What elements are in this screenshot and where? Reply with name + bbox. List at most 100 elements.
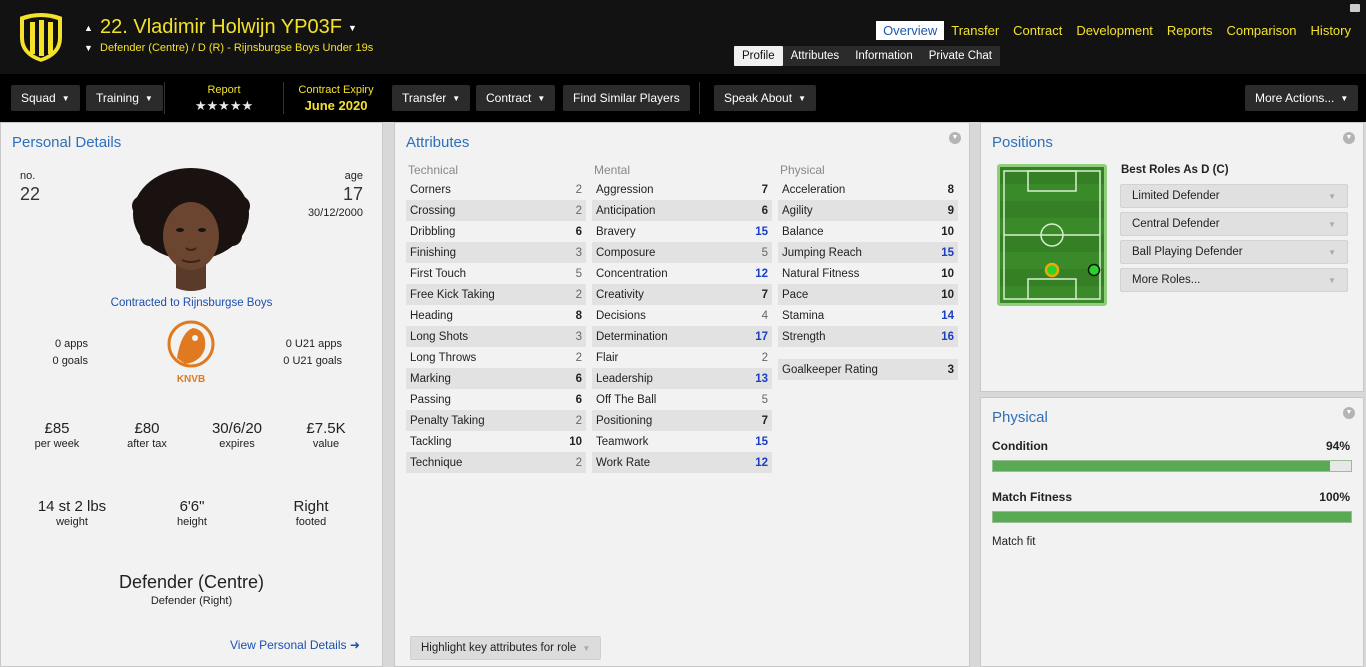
player-subtitle: Defender (Centre) / D (R) - Rijnsburgse …	[100, 42, 374, 54]
attribute-row[interactable]: Flair 2	[592, 347, 772, 368]
attribute-row[interactable]: Penalty Taking 2	[406, 410, 586, 431]
contracted-to-link[interactable]: Contracted to Rijnsburgse Boys	[0, 297, 383, 309]
attribute-value: 2	[575, 456, 582, 469]
training-button[interactable]: Training ▼	[86, 85, 163, 111]
chevron-down-icon: ▼	[61, 93, 70, 103]
attribute-row[interactable]: Off The Ball 5	[592, 389, 772, 410]
attribute-row[interactable]: Crossing 2	[406, 200, 586, 221]
attribute-row[interactable]: Agility 9	[778, 200, 958, 221]
attribute-name: Passing	[410, 393, 451, 406]
attribute-row[interactable]: Creativity 7	[592, 284, 772, 305]
tab-history[interactable]: History	[1304, 21, 1358, 40]
subtab-attributes[interactable]: Attributes	[783, 46, 848, 66]
attribute-row[interactable]: Heading 8	[406, 305, 586, 326]
attribute-value: 2	[575, 183, 582, 196]
tab-reports[interactable]: Reports	[1160, 21, 1220, 40]
attribute-name: Penalty Taking	[410, 414, 485, 427]
window-mode-icon[interactable]	[1350, 4, 1360, 12]
attribute-row[interactable]: Aggression 7	[592, 179, 772, 200]
role-ball-playing-defender[interactable]: Ball Playing Defender ▼	[1120, 240, 1348, 264]
height-value: 6'6"	[179, 498, 205, 515]
attribute-row[interactable]: Pace 10	[778, 284, 958, 305]
attribute-row[interactable]: Acceleration 8	[778, 179, 958, 200]
attribute-row[interactable]: Leadership 13	[592, 368, 772, 389]
attribute-row[interactable]: Tackling 10	[406, 431, 586, 452]
attribute-name: Creativity	[596, 288, 644, 301]
attribute-row[interactable]: Strength 16	[778, 326, 958, 347]
attribute-row[interactable]: Natural Fitness 10	[778, 263, 958, 284]
subtab-information[interactable]: Information	[847, 46, 921, 66]
after-tax-label: after tax	[127, 438, 167, 450]
attribute-value: 12	[755, 456, 768, 469]
attribute-name: Corners	[410, 183, 451, 196]
tab-overview[interactable]: Overview	[876, 21, 945, 40]
role-limited-defender[interactable]: Limited Defender ▼	[1120, 184, 1348, 208]
age-label: age	[344, 170, 363, 182]
attribute-row[interactable]: Free Kick Taking 2	[406, 284, 586, 305]
tab-transfer[interactable]: Transfer	[944, 21, 1006, 40]
attribute-name: Determination	[596, 330, 668, 343]
attribute-row[interactable]: Composure 5	[592, 242, 772, 263]
attribute-row[interactable]: Finishing 3	[406, 242, 586, 263]
player-menu-chevron-icon[interactable]: ▼	[348, 23, 358, 33]
attribute-name: Strength	[782, 330, 826, 343]
more-roles-button[interactable]: More Roles... ▼	[1120, 268, 1348, 292]
attribute-value: 2	[761, 351, 768, 364]
contract-button[interactable]: Contract ▼	[476, 85, 556, 111]
scout-report[interactable]: Report ★★★★★	[172, 84, 276, 114]
attribute-row[interactable]: Anticipation 6	[592, 200, 772, 221]
attribute-row[interactable]: First Touch 5	[406, 263, 586, 284]
attribute-row[interactable]: Dribbling 6	[406, 221, 586, 242]
tab-contract[interactable]: Contract	[1006, 21, 1069, 40]
chevron-down-icon: ▼	[798, 93, 806, 103]
subtab-private-chat[interactable]: Private Chat	[921, 46, 1000, 66]
highlight-key-attributes-button[interactable]: Highlight key attributes for role ▼	[410, 636, 602, 660]
transfer-label: Transfer	[402, 91, 447, 105]
attribute-row[interactable]: Jumping Reach 15	[778, 242, 958, 263]
chevron-down-icon: ▼	[582, 643, 591, 653]
nation-badge[interactable]: KNVB	[163, 318, 219, 390]
subtab-profile[interactable]: Profile	[734, 46, 783, 66]
attribute-row[interactable]: Corners 2	[406, 179, 586, 200]
squad-button[interactable]: Squad ▼	[11, 85, 80, 111]
attribute-name: Finishing	[410, 246, 457, 259]
attribute-row[interactable]: Work Rate 12	[592, 452, 772, 473]
attribute-name: Tackling	[410, 435, 452, 448]
next-player-arrow-icon[interactable]: ▼	[84, 43, 94, 53]
attribute-row[interactable]: Long Throws 2	[406, 347, 586, 368]
attribute-value: 12	[755, 267, 768, 280]
attribute-value: 8	[575, 309, 582, 322]
tab-comparison[interactable]: Comparison	[1219, 21, 1303, 40]
view-personal-details-link[interactable]: View Personal Details ➜	[230, 638, 360, 652]
role-central-defender[interactable]: Central Defender ▼	[1120, 212, 1348, 236]
attribute-value: 10	[941, 288, 954, 301]
attribute-name: Anticipation	[596, 204, 656, 217]
collapse-icon[interactable]: ▼	[949, 132, 961, 144]
attribute-value: 5	[575, 267, 582, 280]
find-similar-players-button[interactable]: Find Similar Players	[563, 85, 690, 111]
attribute-row[interactable]: Stamina 14	[778, 305, 958, 326]
chevron-down-icon: ▼	[1328, 247, 1336, 257]
previous-player-arrow-icon[interactable]: ▲	[84, 23, 94, 33]
collapse-icon[interactable]: ▼	[1343, 132, 1355, 144]
attribute-row[interactable]: Passing 6	[406, 389, 586, 410]
speak-about-button[interactable]: Speak About ▼	[714, 85, 816, 111]
attribute-row[interactable]: Marking 6	[406, 368, 586, 389]
attribute-row[interactable]: Teamwork 15	[592, 431, 772, 452]
personal-details-title: Personal Details	[12, 134, 122, 151]
more-actions-button[interactable]: More Actions... ▼	[1245, 85, 1359, 111]
tab-development[interactable]: Development	[1069, 21, 1160, 40]
attribute-row[interactable]: Positioning 7	[592, 410, 772, 431]
collapse-icon[interactable]: ▼	[1343, 407, 1355, 419]
transfer-button[interactable]: Transfer ▼	[392, 85, 471, 111]
attribute-row[interactable]: Decisions 4	[592, 305, 772, 326]
technical-attributes: Technical Corners 2 Crossing 2 Dribbling 6 Fin…	[406, 163, 586, 473]
attribute-value: 2	[575, 414, 582, 427]
attribute-row[interactable]: Bravery 15	[592, 221, 772, 242]
senior-apps: 0 apps	[54, 338, 88, 350]
attribute-row[interactable]: Concentration 12	[592, 263, 772, 284]
attribute-row[interactable]: Technique 2	[406, 452, 586, 473]
attribute-row[interactable]: Determination 17	[592, 326, 772, 347]
attribute-row[interactable]: Long Shots 3	[406, 326, 586, 347]
attribute-row[interactable]: Balance 10	[778, 221, 958, 242]
